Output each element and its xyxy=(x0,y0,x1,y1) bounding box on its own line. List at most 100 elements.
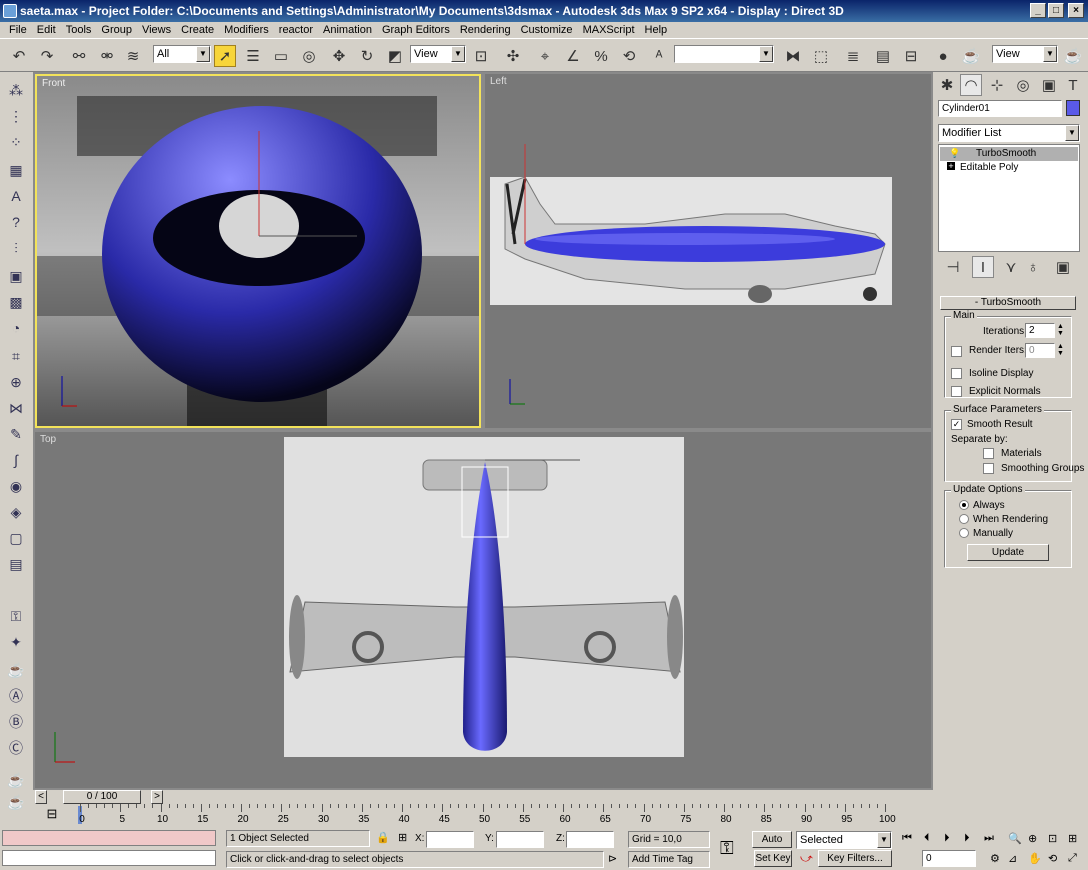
hierarchy-tab-icon[interactable]: ⊹ xyxy=(986,74,1008,96)
manually-radio[interactable] xyxy=(959,528,969,538)
menu-maxscript[interactable]: MAXScript xyxy=(578,22,640,38)
configure-sets-icon[interactable]: ▣ xyxy=(1052,256,1074,278)
stack-item-turbosmooth[interactable]: TurboSmooth xyxy=(940,147,1078,161)
menu-modifiers[interactable]: Modifiers xyxy=(219,22,274,38)
cube-icon[interactable]: ▢ xyxy=(6,528,26,548)
explicit-normals-checkbox[interactable] xyxy=(951,386,962,397)
grid-icon[interactable]: ▩ xyxy=(6,292,26,312)
teapot-c-icon[interactable]: Ⓒ xyxy=(6,738,26,758)
absolute-mode-icon[interactable]: ⊞ xyxy=(398,831,407,844)
smooth-result-checkbox[interactable]: ✓ xyxy=(951,419,962,430)
smoothing-groups-checkbox[interactable] xyxy=(983,463,994,474)
materials-checkbox[interactable] xyxy=(983,448,994,459)
time-slider[interactable]: < 0 / 100 > xyxy=(33,790,933,804)
remove-modifier-icon[interactable]: ♁ xyxy=(1022,256,1044,278)
menu-group[interactable]: Group xyxy=(96,22,137,38)
next-key-icon[interactable]: ⏵ xyxy=(964,832,970,845)
add-time-tag-button[interactable]: Add Time Tag xyxy=(628,851,710,868)
maximize-button[interactable]: □ xyxy=(1048,3,1064,18)
render-iters-field[interactable]: 0 xyxy=(1025,343,1055,358)
snap-toggle-icon[interactable]: ⌖ xyxy=(534,45,556,67)
menu-reactor[interactable]: reactor xyxy=(274,22,318,38)
window-crossing-icon[interactable]: ◎ xyxy=(298,45,320,67)
hook-icon[interactable]: ∫ xyxy=(6,450,26,470)
material-editor-icon[interactable]: ● xyxy=(932,45,954,67)
rect-selection-icon[interactable]: ▭ xyxy=(270,45,292,67)
viewport-front[interactable]: Front xyxy=(35,74,481,428)
render-view-dropdown[interactable]: View ▼ xyxy=(992,45,1058,63)
render-iters-spinner[interactable]: ▲ ▼ xyxy=(1057,343,1064,357)
zoom-extents-icon[interactable]: ⊡ xyxy=(1048,832,1057,845)
x-coordinate-field[interactable] xyxy=(426,831,474,848)
next-frame-arrow[interactable]: > xyxy=(151,790,163,804)
fov-icon[interactable]: ⊿ xyxy=(1008,852,1017,865)
menu-file[interactable]: File xyxy=(4,22,32,38)
mirror-icon[interactable]: ⧓ xyxy=(782,45,804,67)
show-end-result-icon[interactable]: I xyxy=(972,256,994,278)
spinner-snap-icon[interactable]: ⟲ xyxy=(618,45,640,67)
teapot-b-icon[interactable]: Ⓑ xyxy=(6,712,26,732)
checker-icon[interactable]: ▦ xyxy=(6,160,26,180)
key-icon[interactable]: ⚿ xyxy=(6,606,26,626)
maxscript-output-mini[interactable] xyxy=(2,850,216,866)
scale-icon[interactable]: ◩ xyxy=(384,45,406,67)
menu-views[interactable]: Views xyxy=(137,22,176,38)
pin-stack-icon[interactable]: ⊣ xyxy=(942,256,964,278)
unlink-icon[interactable]: ⚮ xyxy=(96,45,118,67)
minimize-button[interactable]: _ xyxy=(1030,3,1046,18)
turbosmooth-rollout-header[interactable]: - TurboSmooth xyxy=(940,296,1076,310)
percent-snap-icon[interactable]: % xyxy=(590,45,612,67)
render-scene-icon[interactable]: ☕ xyxy=(960,45,982,67)
angle-snap-icon[interactable]: ∠ xyxy=(562,45,584,67)
iterations-spinner[interactable]: ▲ ▼ xyxy=(1057,323,1064,337)
graph-icon[interactable]: ⫶ xyxy=(6,238,26,258)
quick-render-icon[interactable]: ☕ xyxy=(1062,45,1084,67)
key-filters-button[interactable]: Key Filters... xyxy=(818,850,892,867)
z-coordinate-field[interactable] xyxy=(566,831,614,848)
wand-icon[interactable]: ✦ xyxy=(6,632,26,652)
zoom-icon[interactable]: 🔍 xyxy=(1008,832,1022,845)
zoom-all-icon[interactable]: ⊕ xyxy=(1028,832,1037,845)
viewport-left[interactable]: Left xyxy=(485,74,931,428)
schematic-view-icon[interactable]: ⊟ xyxy=(900,45,922,67)
layers-icon[interactable]: ◈ xyxy=(6,502,26,522)
nodes-icon[interactable]: ⁘ xyxy=(6,132,26,152)
help-icon[interactable]: ? xyxy=(6,212,26,232)
curve-editor-icon[interactable]: ▤ xyxy=(872,45,894,67)
select-object-icon[interactable]: ➚ xyxy=(214,45,236,67)
align-icon[interactable]: ⬚ xyxy=(810,45,832,67)
menu-rendering[interactable]: Rendering xyxy=(455,22,516,38)
manipulate-icon[interactable]: ✣ xyxy=(502,45,524,67)
always-radio[interactable] xyxy=(959,500,969,510)
pan-icon[interactable]: ✋ xyxy=(1028,852,1042,865)
prev-frame-arrow[interactable]: < xyxy=(35,790,47,804)
text-icon[interactable]: A xyxy=(6,186,26,206)
stack-item-editable-poly[interactable]: Editable Poly xyxy=(940,161,1078,175)
auto-key-button[interactable]: Auto Key xyxy=(752,831,792,860)
make-unique-icon[interactable]: ⋎ xyxy=(1000,256,1022,278)
orbit-icon[interactable]: ⟲ xyxy=(1048,852,1057,865)
selection-filter-dropdown[interactable]: All ▼ xyxy=(153,45,211,63)
menu-graph-editors[interactable]: Graph Editors xyxy=(377,22,455,38)
pivot-center-icon[interactable]: ⊡ xyxy=(470,45,492,67)
teapot-red-icon[interactable]: ☕ xyxy=(6,792,26,812)
prev-key-icon[interactable]: ⏴ xyxy=(924,832,930,845)
particle-icon[interactable]: ⁂ xyxy=(6,80,26,100)
target-icon[interactable]: ⊕ xyxy=(6,372,26,392)
utilities-tab-icon[interactable]: T xyxy=(1062,74,1084,96)
modifier-list-dropdown[interactable]: Modifier List ▼ xyxy=(938,124,1080,142)
menu-create[interactable]: Create xyxy=(176,22,219,38)
play-icon[interactable]: ⏵ xyxy=(944,832,950,845)
goto-start-icon[interactable]: ⏮ xyxy=(902,832,912,845)
motion-tab-icon[interactable]: ◎ xyxy=(1012,74,1034,96)
menu-animation[interactable]: Animation xyxy=(318,22,377,38)
menu-help[interactable]: Help xyxy=(640,22,673,38)
bow-icon[interactable]: ⋈ xyxy=(6,398,26,418)
modify-tab-icon[interactable]: ◠ xyxy=(960,74,982,96)
key-mode-dropdown[interactable]: Selected ▼ xyxy=(796,831,892,849)
create-tab-icon[interactable]: ✱ xyxy=(936,74,958,96)
lock-icon[interactable]: 🔒 xyxy=(376,831,390,844)
zoom-extents-all-icon[interactable]: ⊞ xyxy=(1068,832,1077,845)
rotate-icon[interactable]: ↻ xyxy=(356,45,378,67)
gauge-icon[interactable]: ◔ xyxy=(6,318,26,338)
